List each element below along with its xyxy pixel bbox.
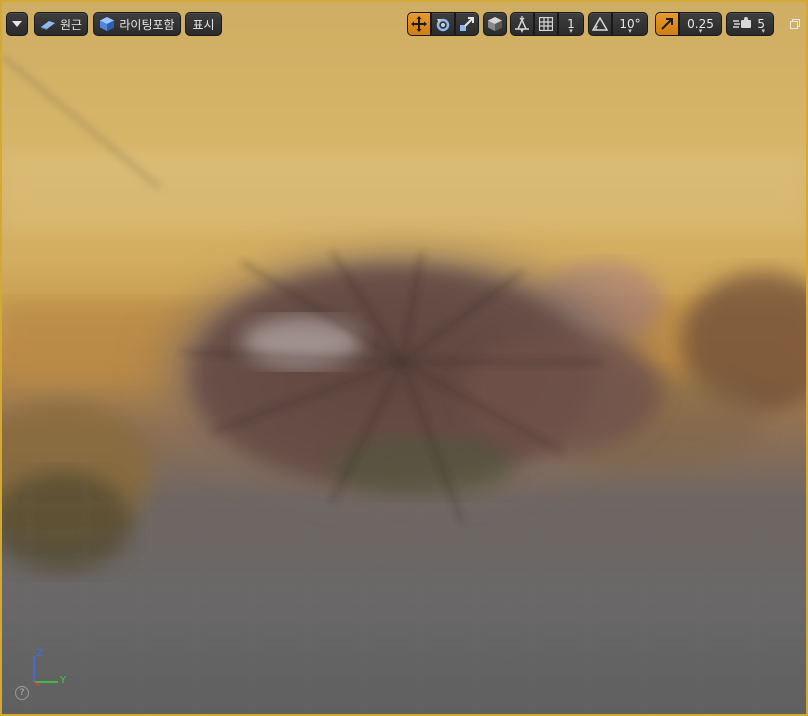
chevron-down-icon: ▾ (761, 27, 765, 35)
viewport[interactable]: 원근 라이팅포함 표시 ▾ 1 ▾ 10° ▾ 0.25 ▾ 5 ▾ Z Y ? (0, 0, 808, 716)
grid-icon (539, 17, 553, 31)
show-label: 표시 (192, 17, 215, 32)
grid-snap-toggle[interactable] (534, 12, 558, 36)
chevron-down-icon: ▾ (628, 27, 632, 35)
lighting-label: 라이팅포함 (119, 17, 175, 32)
scale-icon (459, 16, 475, 32)
show-flags-button[interactable]: 표시 (185, 12, 222, 36)
lit-sphere-icon (99, 16, 115, 32)
viewport-options-dropdown[interactable] (6, 12, 28, 36)
lighting-mode-button[interactable]: 라이팅포함 (93, 12, 181, 36)
grid-snap-size[interactable]: 1 ▾ (558, 12, 584, 36)
restore-window-icon (790, 19, 800, 29)
camera-speed-icon (733, 17, 753, 31)
camera-speed-button[interactable]: 5 ▾ (726, 12, 774, 36)
rotation-snap-toggle[interactable] (588, 12, 612, 36)
y-axis-label: Y (60, 675, 67, 686)
scale-snap-icon (660, 17, 674, 31)
angle-icon (592, 17, 608, 31)
rotate-tool-button[interactable] (431, 12, 455, 36)
perspective-button[interactable]: 원근 (34, 12, 88, 36)
help-label: ? (19, 688, 25, 698)
maximize-viewport-button[interactable] (790, 19, 800, 29)
perspective-camera-icon (40, 18, 56, 30)
chevron-down-icon: ▾ (698, 27, 703, 35)
z-axis-label: Z (36, 648, 43, 659)
scale-snap-toggle[interactable] (655, 12, 679, 36)
scale-tool-button[interactable] (455, 12, 479, 36)
rotation-snap-size[interactable]: 10° ▾ (612, 12, 648, 36)
viewport-scene[interactable] (2, 2, 806, 714)
chevron-down-icon: ▾ (520, 27, 524, 35)
perspective-label: 원근 (59, 17, 83, 32)
scale-snap-size[interactable]: 0.25 ▾ (679, 12, 722, 36)
translate-tool-button[interactable] (407, 12, 431, 36)
chevron-down-icon: ▾ (569, 27, 573, 35)
rotate-icon (435, 16, 451, 32)
world-cube-icon (487, 16, 503, 32)
viewport-toolbar: 원근 라이팅포함 표시 ▾ 1 ▾ 10° ▾ 0.25 ▾ 5 ▾ (6, 12, 800, 38)
surface-snap-button[interactable]: ▾ (510, 12, 534, 36)
chevron-down-icon (12, 21, 22, 27)
move-arrows-icon (411, 16, 427, 32)
help-button[interactable]: ? (15, 686, 29, 700)
coordinate-system-button[interactable] (483, 12, 507, 36)
